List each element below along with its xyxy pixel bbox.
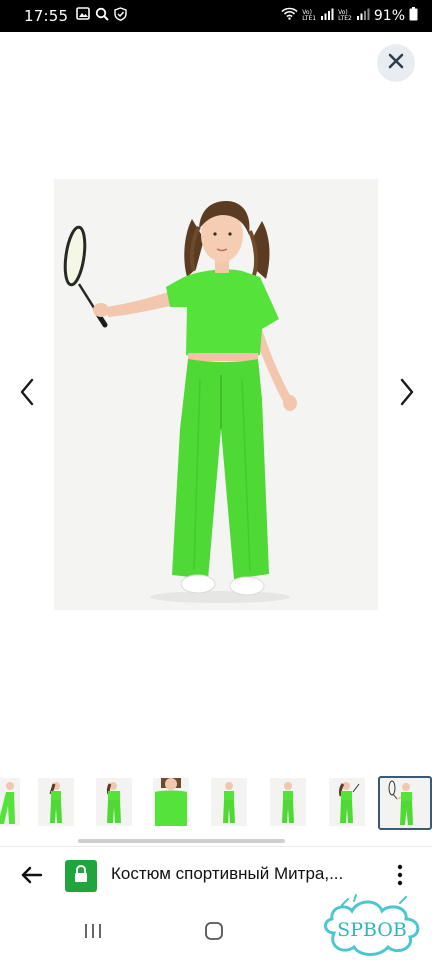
close-icon — [388, 53, 404, 74]
thumbnail-7[interactable] — [329, 778, 365, 826]
thumbnail-5[interactable] — [211, 778, 247, 826]
status-icons-left — [76, 6, 127, 26]
secure-connection-badge[interactable] — [65, 860, 97, 892]
gallery-icon — [76, 7, 91, 25]
thumbnail-6[interactable] — [270, 778, 306, 826]
thumbnail-strip — [0, 776, 432, 830]
previous-image-button[interactable] — [12, 376, 42, 412]
product-image — [54, 179, 378, 610]
chevron-right-icon — [399, 378, 415, 411]
battery-percent: 91% — [373, 8, 405, 24]
chevron-left-icon — [19, 378, 35, 411]
thumbnail-2[interactable] — [38, 778, 74, 826]
back-arrow-icon — [21, 866, 43, 889]
product-photo-illustration — [63, 201, 297, 603]
home-button[interactable] — [194, 920, 234, 946]
close-button[interactable] — [377, 44, 415, 82]
watermark-text: SPBOB — [337, 919, 407, 941]
lock-icon — [73, 864, 89, 888]
wifi-icon — [281, 7, 298, 25]
shield-icon — [114, 6, 127, 26]
battery-icon — [409, 6, 418, 26]
sim2-lte-label: LTE2 — [338, 15, 352, 22]
sim1-label: Vo) LTE1 — [302, 10, 316, 22]
status-icons-right: Vo) LTE1 Vo) LTE2 91% — [281, 6, 418, 26]
thumbnail-4[interactable] — [153, 778, 189, 826]
more-vertical-icon — [397, 864, 403, 891]
recents-icon — [83, 922, 103, 945]
signal-icon — [356, 7, 370, 25]
search-icon — [95, 7, 109, 26]
thumbnail-3[interactable] — [96, 778, 132, 826]
sim1-lte-label: LTE1 — [302, 15, 317, 22]
home-icon — [204, 921, 224, 946]
back-button[interactable] — [18, 863, 46, 891]
page-title[interactable]: Костюм спортивный Митра,... — [111, 864, 381, 884]
next-image-button[interactable] — [392, 376, 422, 412]
signal-icon — [320, 7, 334, 25]
status-time: 17:55 — [24, 7, 69, 25]
status-bar: 17:55 Vo) LTE1 Vo) LTE2 91% — [0, 0, 432, 32]
sim2-label: Vo) LTE2 — [338, 10, 352, 22]
thumbnail-1[interactable] — [0, 778, 20, 826]
watermark-logo: SPBOB — [320, 893, 430, 959]
thumbnail-8-selected[interactable] — [378, 776, 432, 830]
recents-button[interactable] — [73, 920, 113, 946]
menu-button[interactable] — [386, 861, 414, 893]
thumbnail-scrollbar[interactable] — [78, 839, 285, 843]
